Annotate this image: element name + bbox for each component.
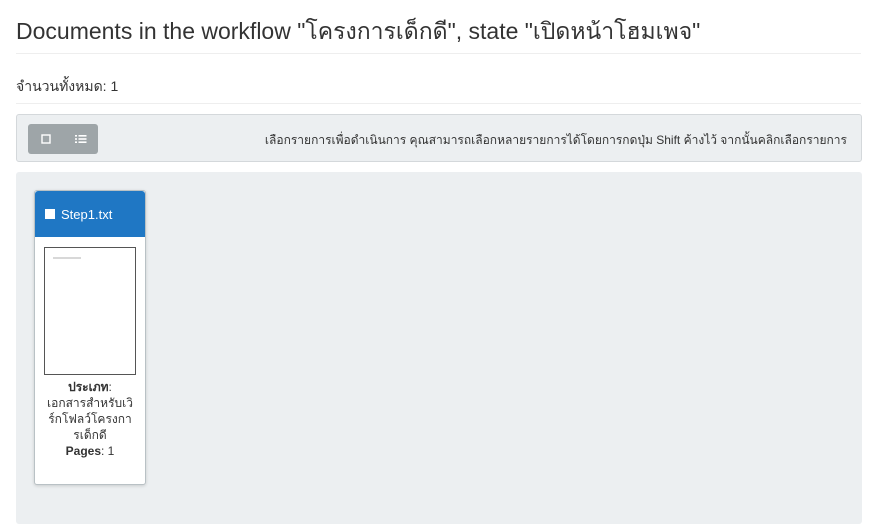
pages-value: 1 bbox=[107, 444, 115, 458]
document-name[interactable]: Step1.txt bbox=[61, 207, 112, 222]
document-card-header[interactable]: Step1.txt bbox=[35, 191, 145, 237]
title-divider bbox=[16, 53, 861, 54]
view-button-group bbox=[28, 124, 98, 154]
type-value: เอกสารสำหรับเวิร์กโฟลว์โครงการเด็กดี bbox=[47, 396, 133, 442]
document-details: ประเภท: เอกสารสำหรับเวิร์กโฟลว์โครงการเด… bbox=[35, 379, 145, 459]
document-card: Step1.txt ประเภท: เอกสารสำหรับเวิร์กโฟลว… bbox=[34, 190, 146, 485]
pages-label: Pages bbox=[65, 444, 101, 458]
select-all-button[interactable] bbox=[28, 124, 63, 154]
total-count: จำนวนทั้งหมด: 1 bbox=[16, 78, 119, 94]
checkbox-icon bbox=[40, 134, 51, 144]
documents-panel: Step1.txt ประเภท: เอกสารสำหรับเวิร์กโฟลว… bbox=[16, 172, 862, 524]
list-icon bbox=[74, 135, 86, 143]
type-label: ประเภท bbox=[68, 380, 109, 394]
thumbnail-text-preview bbox=[53, 257, 81, 259]
count-divider bbox=[16, 103, 861, 104]
document-thumbnail[interactable] bbox=[44, 247, 136, 375]
document-checkbox[interactable] bbox=[45, 209, 55, 219]
page-title: Documents in the workflow "โครงการเด็กดี… bbox=[16, 18, 701, 44]
selection-toolbar: เลือกรายการเพื่อดำเนินการ คุณสามารถเลือก… bbox=[16, 114, 862, 162]
selection-hint: เลือกรายการเพื่อดำเนินการ คุณสามารถเลือก… bbox=[264, 133, 847, 147]
list-view-button[interactable] bbox=[63, 124, 98, 154]
